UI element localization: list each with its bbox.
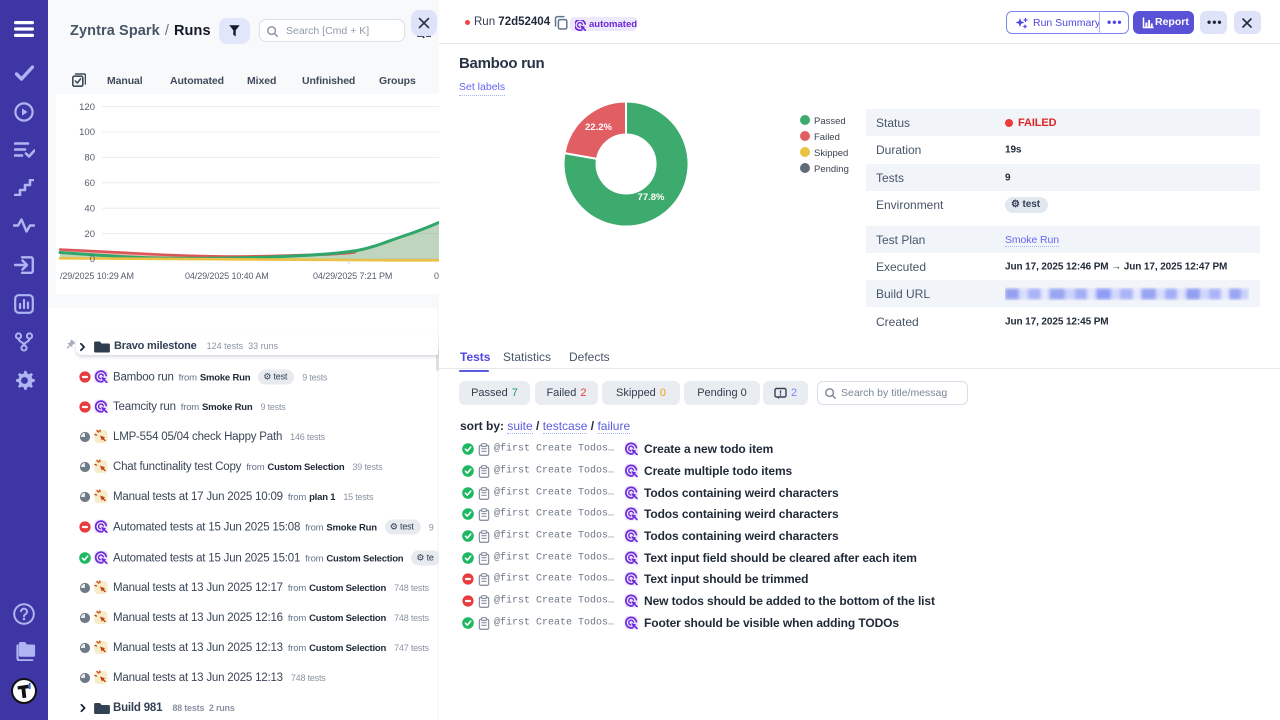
svg-text:100: 100 xyxy=(79,127,95,138)
svg-text:04/29/2025 7:21 PM: 04/29/2025 7:21 PM xyxy=(313,271,392,281)
svg-text:120: 120 xyxy=(79,102,95,113)
svg-text:40: 40 xyxy=(84,203,95,214)
svg-text:0: 0 xyxy=(90,254,95,265)
svg-text:22.2%: 22.2% xyxy=(585,122,612,133)
svg-text:04/29/2025 10:40 AM: 04/29/2025 10:40 AM xyxy=(185,271,269,281)
svg-text:60: 60 xyxy=(84,178,95,189)
svg-text:80: 80 xyxy=(84,153,95,164)
svg-text:77.8%: 77.8% xyxy=(638,192,665,203)
svg-text:/29/2025 10:29 AM: /29/2025 10:29 AM xyxy=(60,271,134,281)
svg-text:20: 20 xyxy=(84,229,95,240)
